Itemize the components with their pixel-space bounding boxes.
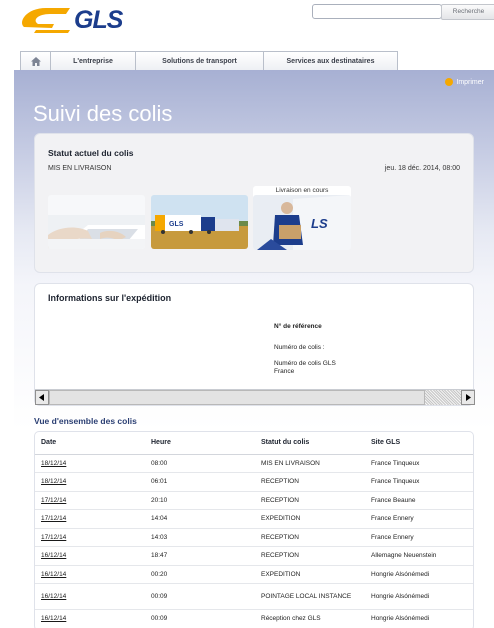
row-date-link[interactable]: 17/12/14 xyxy=(35,528,145,547)
page-title: Suivi des colis xyxy=(33,101,173,126)
reference-label: N° de référence xyxy=(274,323,322,330)
column-header-site: Site GLS xyxy=(365,432,473,455)
row-site: France Tinqueux xyxy=(365,472,473,492)
shipment-info-heading: Informations sur l'expédition xyxy=(48,293,172,303)
row-site: Hongrie Alsónémedi xyxy=(365,583,473,610)
row-status: RECEPTION xyxy=(255,472,365,492)
row-time: 18:47 xyxy=(145,546,255,566)
row-time: 00:09 xyxy=(145,609,255,628)
search-input[interactable] xyxy=(312,4,442,19)
arrow-right-icon xyxy=(466,394,471,401)
current-status-card: Statut actuel du colis MIS EN LIVRAISON … xyxy=(34,133,474,273)
row-date-link[interactable]: 18/12/14 xyxy=(35,472,145,492)
scrollbar-track[interactable] xyxy=(425,390,461,405)
status-value: MIS EN LIVRAISON xyxy=(48,165,112,172)
row-time: 00:20 xyxy=(145,565,255,584)
row-date-link[interactable]: 16/12/14 xyxy=(35,583,145,610)
row-status: RECEPTION xyxy=(255,546,365,566)
row-date-link[interactable]: 16/12/14 xyxy=(35,546,145,566)
row-status: RECEPTION xyxy=(255,491,365,510)
row-time: 20:10 xyxy=(145,491,255,510)
scrollbar-thumb[interactable] xyxy=(49,390,425,405)
row-status: EXPEDITION xyxy=(255,565,365,584)
nav-home-tab[interactable] xyxy=(20,51,50,70)
horizontal-scrollbar[interactable] xyxy=(35,389,475,405)
table-row: 18/12/14 08:00 MIS EN LIVRAISON France T… xyxy=(35,454,473,473)
row-date-link[interactable]: 16/12/14 xyxy=(35,609,145,628)
step-image-order xyxy=(48,195,145,249)
current-step-label: Livraison en cours xyxy=(275,187,329,194)
row-date-link[interactable]: 17/12/14 xyxy=(35,491,145,510)
gls-logo[interactable]: GLS xyxy=(14,2,134,36)
logo-text: GLS xyxy=(74,6,123,34)
nav-tab-services-destinataires[interactable]: Services aux destinataires xyxy=(263,51,398,70)
table-row: 16/12/14 00:20 EXPEDITION Hongrie Alsóné… xyxy=(35,565,473,584)
row-status: POINTAGE LOCAL INSTANCE xyxy=(255,583,365,610)
print-link[interactable]: Imprimer xyxy=(445,78,484,86)
row-site: Hongrie Alsónémedi xyxy=(365,565,473,584)
table-row: 18/12/14 06:01 RECEPTION France Tinqueux xyxy=(35,472,473,492)
row-time: 00:09 xyxy=(145,583,255,610)
row-site: France Beaune xyxy=(365,491,473,510)
row-site: France Tinqueux xyxy=(365,454,473,473)
print-label: Imprimer xyxy=(456,78,484,86)
row-site: Hongrie Alsónémedi xyxy=(365,609,473,628)
row-time: 08:00 xyxy=(145,454,255,473)
row-time: 14:03 xyxy=(145,528,255,547)
row-date-link[interactable]: 16/12/14 xyxy=(35,565,145,584)
column-header-date: Date xyxy=(35,432,145,455)
overview-heading: Vue d'ensemble des colis xyxy=(34,416,137,426)
scroll-right-button[interactable] xyxy=(461,390,475,405)
status-date: jeu. 18 déc. 2014, 08:00 xyxy=(384,165,460,172)
nav-tab-entreprise[interactable]: L'entreprise xyxy=(50,51,135,70)
row-date-link[interactable]: 17/12/14 xyxy=(35,509,145,529)
table-row: 17/12/14 20:10 RECEPTION France Beaune xyxy=(35,491,473,510)
table-row: 17/12/14 14:03 RECEPTION France Ennery xyxy=(35,528,473,547)
main-nav: L'entreprise Solutions de transport Serv… xyxy=(20,51,398,70)
row-status: EXPEDITION xyxy=(255,509,365,529)
home-icon xyxy=(30,56,41,66)
step-image-transport: GLS xyxy=(151,195,248,249)
step-current-delivery: Livraison en cours LS xyxy=(253,186,351,250)
print-icon xyxy=(445,78,454,86)
table-row: 17/12/14 14:04 EXPEDITION France Ennery xyxy=(35,509,473,529)
row-status: RECEPTION xyxy=(255,528,365,547)
shipment-info-card: Informations sur l'expédition N° de réfé… xyxy=(34,283,475,406)
scroll-left-button[interactable] xyxy=(35,390,49,405)
table-row: 16/12/14 18:47 RECEPTION Allemagne Neuen… xyxy=(35,546,473,566)
arrow-left-icon xyxy=(39,394,44,401)
row-status: MIS EN LIVRAISON xyxy=(255,454,365,473)
table-header-row: Date Heure Statut du colis Site GLS xyxy=(35,432,473,455)
svg-text:GLS: GLS xyxy=(169,221,184,228)
row-status: Réception chez GLS xyxy=(255,609,365,628)
row-time: 14:04 xyxy=(145,509,255,529)
table-row: 16/12/14 00:09 POINTAGE LOCAL INSTANCE H… xyxy=(35,583,473,610)
row-date-link[interactable]: 18/12/14 xyxy=(35,454,145,473)
search-button[interactable]: Recherche xyxy=(441,4,494,20)
table-row: 16/12/14 00:09 Réception chez GLS Hongri… xyxy=(35,609,473,628)
row-time: 06:01 xyxy=(145,472,255,492)
nav-tab-solutions-transport[interactable]: Solutions de transport xyxy=(135,51,263,70)
status-heading: Statut actuel du colis xyxy=(48,148,134,158)
row-site: France Ennery xyxy=(365,509,473,529)
tracking-history-table: Date Heure Statut du colis Site GLS 18/1… xyxy=(34,431,474,628)
parcel-count-label: Numéro de colis : xyxy=(274,344,325,351)
svg-text:LS: LS xyxy=(311,216,328,231)
row-site: Allemagne Neuenstein xyxy=(365,546,473,566)
column-header-status: Statut du colis xyxy=(255,432,365,455)
gls-parcel-number-label: Numéro de colis GLS France xyxy=(274,360,336,375)
step-image-delivery: LS xyxy=(253,195,351,250)
row-site: France Ennery xyxy=(365,528,473,547)
column-header-time: Heure xyxy=(145,432,255,455)
